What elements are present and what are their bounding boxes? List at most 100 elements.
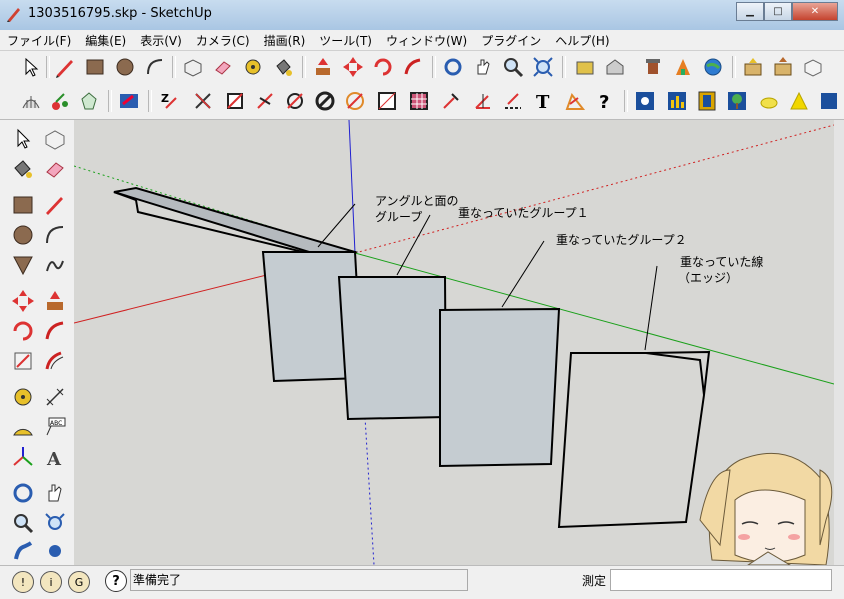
chart-blue-icon[interactable]	[664, 88, 690, 114]
eraser-icon[interactable]	[40, 154, 70, 184]
dashed-line-icon[interactable]	[500, 88, 526, 114]
move-icon[interactable]	[8, 286, 38, 316]
gem-icon[interactable]	[76, 88, 102, 114]
menu-edit[interactable]: 編集(E)	[78, 32, 133, 49]
zorro-icon[interactable]: Z	[156, 88, 182, 114]
no-circle-icon[interactable]	[312, 88, 338, 114]
overlapping-edges[interactable]	[557, 350, 711, 529]
pan-icon[interactable]	[40, 478, 70, 508]
help-question-icon[interactable]: ?	[105, 570, 127, 592]
text-label-icon[interactable]: ABC	[40, 412, 70, 442]
cone-icon[interactable]	[786, 88, 812, 114]
zoom-extents-icon[interactable]	[530, 54, 556, 80]
zoom-icon[interactable]	[8, 508, 38, 538]
push-pull-icon[interactable]	[310, 54, 336, 80]
credits-icon[interactable]: i	[40, 571, 62, 593]
dimension-icon[interactable]	[40, 382, 70, 412]
rotate-icon[interactable]	[370, 54, 396, 80]
grid-square-icon[interactable]	[374, 88, 400, 114]
text-tool-icon[interactable]: T	[530, 88, 556, 114]
menu-plugins[interactable]: プラグイン	[474, 32, 548, 49]
rectangle-icon[interactable]	[82, 54, 108, 80]
make-component-icon[interactable]	[180, 54, 206, 80]
cube-blue-icon[interactable]	[816, 88, 842, 114]
maximize-button[interactable]: □	[764, 2, 792, 21]
select-tool-icon[interactable]	[18, 54, 44, 80]
right-scrollbar[interactable]	[834, 120, 844, 565]
share-component-icon[interactable]	[770, 54, 796, 80]
orbit-icon[interactable]	[440, 54, 466, 80]
look-around-icon[interactable]	[40, 536, 70, 566]
protractor-icon[interactable]	[8, 412, 38, 442]
menu-window[interactable]: ウィンドウ(W)	[379, 32, 474, 49]
apple-icon[interactable]	[46, 88, 72, 114]
sandbox-icon[interactable]	[18, 88, 44, 114]
get-models-icon[interactable]	[572, 54, 598, 80]
user-account-icon[interactable]: G	[68, 571, 90, 593]
move-icon[interactable]	[340, 54, 366, 80]
tape-measure-icon[interactable]	[240, 54, 266, 80]
minimize-button[interactable]: ▁	[736, 2, 764, 21]
follow-me-icon[interactable]	[40, 316, 70, 346]
overlapping-group-2[interactable]	[439, 307, 561, 468]
menu-file[interactable]: ファイル(F)	[0, 32, 78, 49]
hatch-square-icon[interactable]	[406, 88, 432, 114]
photo-textures-icon[interactable]	[670, 54, 696, 80]
close-button[interactable]: ✕	[792, 2, 838, 21]
3d-warehouse-icon[interactable]	[640, 54, 666, 80]
zoom-icon[interactable]	[500, 54, 526, 80]
3d-text-icon[interactable]: A	[40, 442, 70, 472]
walk-icon[interactable]	[8, 536, 38, 566]
knife-icon[interactable]	[252, 88, 278, 114]
dimension-icon[interactable]	[438, 88, 464, 114]
freehand-icon[interactable]	[40, 250, 70, 280]
paint-bucket-icon[interactable]	[270, 54, 296, 80]
angle-icon[interactable]	[562, 88, 588, 114]
rotate-icon[interactable]	[8, 316, 38, 346]
arc-icon[interactable]	[40, 220, 70, 250]
google-earth-icon[interactable]	[700, 54, 726, 80]
help-question-icon[interactable]: ?	[592, 88, 618, 114]
get-component-icon[interactable]	[740, 54, 766, 80]
share-model-icon[interactable]	[602, 54, 628, 80]
geo-location-icon[interactable]: !	[12, 571, 34, 593]
cut-icon[interactable]	[190, 88, 216, 114]
model-viewport[interactable]: アングルと面の グループ 重なっていたグループ１ 重なっていたグループ２ 重なっ…	[74, 120, 834, 565]
circle-icon[interactable]	[8, 220, 38, 250]
preview-icon[interactable]	[800, 54, 826, 80]
layer-blue-icon[interactable]	[632, 88, 658, 114]
make-component-icon[interactable]	[40, 124, 70, 154]
menu-camera[interactable]: カメラ(C)	[189, 32, 257, 49]
offset-icon[interactable]	[40, 346, 70, 376]
pencil-line-icon[interactable]	[52, 54, 78, 80]
rectangle-icon[interactable]	[8, 190, 38, 220]
scale-icon[interactable]	[8, 346, 38, 376]
tree-icon[interactable]	[724, 88, 750, 114]
model-canvas[interactable]: アングルと面の グループ 重なっていたグループ１ 重なっていたグループ２ 重なっ…	[74, 120, 834, 565]
angle-and-face-group[interactable]	[113, 186, 359, 261]
tape-measure-icon[interactable]	[8, 382, 38, 412]
measurements-input[interactable]	[610, 569, 832, 591]
menu-view[interactable]: 表示(V)	[133, 32, 189, 49]
angle-dim-icon[interactable]	[470, 88, 496, 114]
menu-draw[interactable]: 描画(R)	[257, 32, 313, 49]
eraser-icon[interactable]	[210, 54, 236, 80]
menu-tools[interactable]: ツール(T)	[312, 32, 379, 49]
arc-icon[interactable]	[142, 54, 168, 80]
polygon-icon[interactable]	[8, 250, 38, 280]
follow-me-icon[interactable]	[400, 54, 426, 80]
square-icon[interactable]	[222, 88, 248, 114]
push-pull-icon[interactable]	[40, 286, 70, 316]
overlapping-group-1[interactable]	[337, 276, 448, 421]
circle-icon[interactable]	[112, 54, 138, 80]
orbit-icon[interactable]	[8, 478, 38, 508]
select-tool-icon[interactable]	[8, 124, 38, 154]
lemon-icon[interactable]	[756, 88, 782, 114]
flip-icon[interactable]	[116, 88, 142, 114]
film-icon[interactable]	[694, 88, 720, 114]
pan-icon[interactable]	[470, 54, 496, 80]
slash-orange-icon[interactable]	[342, 88, 368, 114]
pencil-line-icon[interactable]	[40, 190, 70, 220]
zoom-window-icon[interactable]	[40, 508, 70, 538]
menu-help[interactable]: ヘルプ(H)	[548, 32, 616, 49]
